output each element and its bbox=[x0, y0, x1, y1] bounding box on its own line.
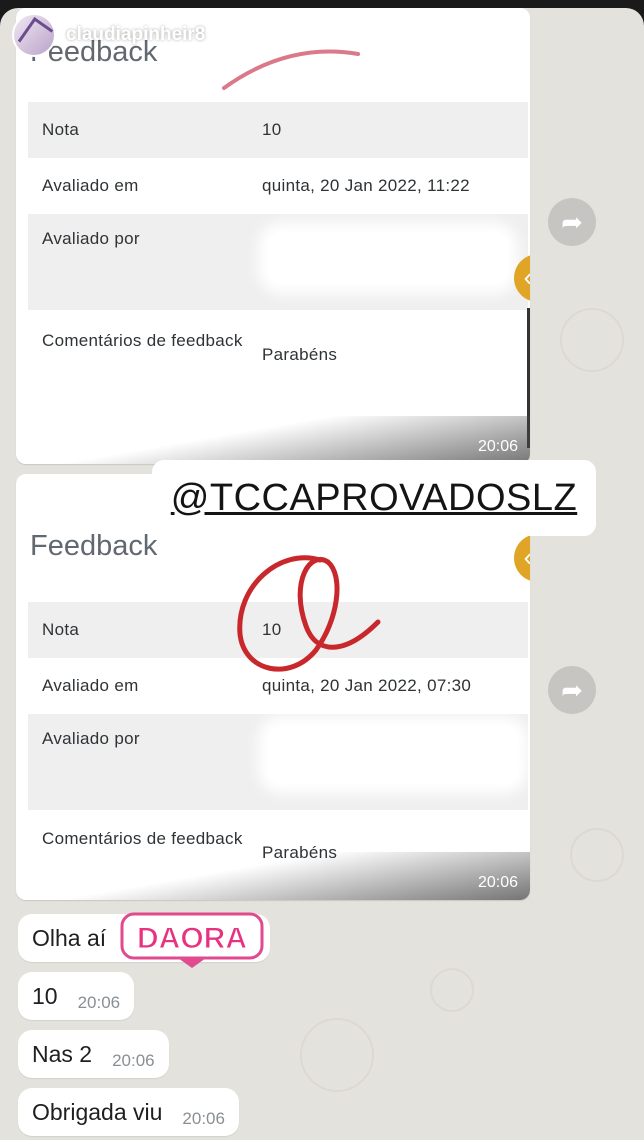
feedback-table: Nota 10 Avaliado em quinta, 20 Jan 2022,… bbox=[28, 102, 528, 464]
daora-gif-sticker: DAORA bbox=[120, 912, 264, 968]
bottom-shadow bbox=[16, 852, 530, 900]
message-time: 20:06 bbox=[477, 438, 518, 455]
message-text: Olha aí bbox=[32, 924, 107, 951]
bottom-shadow bbox=[16, 416, 530, 464]
label-avaliado-em: Avaliado em bbox=[42, 176, 139, 195]
row-avaliado-em: Avaliado em quinta, 20 Jan 2022, 11:22 bbox=[28, 158, 528, 214]
image-message-2[interactable]: Feedback Nota 10 Avaliado em quinta, 20 … bbox=[16, 474, 530, 900]
message-text: Nas 2 bbox=[32, 1040, 93, 1067]
story-header: claudiapinheir8 bbox=[12, 12, 205, 58]
mention-text: @TCCAPROVADOSLZ bbox=[170, 476, 578, 519]
redacted-name bbox=[268, 232, 508, 284]
value-avaliado-em: quinta, 20 Jan 2022, 11:22 bbox=[262, 176, 470, 195]
label-avaliado-por: Avaliado por bbox=[42, 229, 140, 248]
daora-text: DAORA bbox=[137, 922, 247, 955]
wallpaper-doodle bbox=[560, 308, 624, 372]
forward-arrow-icon[interactable]: ➦ bbox=[548, 666, 596, 714]
forward-arrow-icon[interactable]: ➦ bbox=[548, 198, 596, 246]
message-time: 20:06 bbox=[477, 874, 518, 891]
wallpaper-doodle bbox=[570, 828, 624, 882]
feedback-screenshot-2: Feedback Nota 10 Avaliado em quinta, 20 … bbox=[22, 474, 530, 900]
message-time: 20:06 bbox=[182, 1109, 225, 1128]
feedback-screenshot-1: Feedback Nota 10 Avaliado em quinta, 20 … bbox=[22, 8, 530, 464]
annotation-circle bbox=[237, 555, 381, 672]
redacted-name bbox=[268, 726, 518, 784]
wallpaper-doodle bbox=[300, 1018, 374, 1092]
label-avaliado-por: Avaliado por bbox=[42, 729, 140, 748]
chevron-left-icon[interactable]: ‹ bbox=[514, 534, 530, 582]
row-nota: Nota 10 bbox=[28, 102, 528, 158]
wallpaper-doodle bbox=[430, 968, 474, 1012]
message-bubble[interactable]: Nas 2 20:06 bbox=[18, 1030, 169, 1078]
message-text: 10 bbox=[32, 982, 58, 1009]
message-time: 20:06 bbox=[112, 1051, 155, 1070]
message-bubble[interactable]: Obrigada viu 20:06 bbox=[18, 1088, 239, 1136]
value-nota: 10 bbox=[262, 120, 282, 139]
annotation-arc bbox=[222, 49, 360, 90]
label-nota: Nota bbox=[42, 120, 80, 139]
image-message-1[interactable]: Feedback Nota 10 Avaliado em quinta, 20 … bbox=[16, 8, 530, 464]
feedback-heading: Feedback bbox=[30, 530, 158, 562]
avatar[interactable] bbox=[12, 13, 56, 57]
story-username[interactable]: claudiapinheir8 bbox=[66, 24, 205, 46]
message-bubble[interactable]: 10 20:06 bbox=[18, 972, 135, 1020]
message-text: Obrigada viu bbox=[32, 1098, 163, 1125]
message-time: 20:06 bbox=[77, 993, 121, 1012]
mention-sticker[interactable]: @TCCAPROVADOSLZ bbox=[152, 460, 596, 536]
